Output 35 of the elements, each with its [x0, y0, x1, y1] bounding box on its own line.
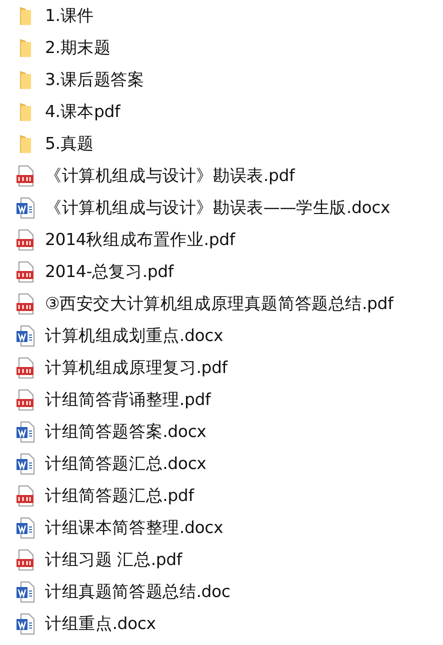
- file-name[interactable]: 计算机组成划重点.docx: [45, 325, 224, 347]
- file-name[interactable]: 计算机组成原理复习.pdf: [45, 357, 228, 379]
- file-name[interactable]: ③西安交大计算机组成原理真题简答题总结.pdf: [45, 293, 394, 315]
- pdf-file-icon: [16, 357, 35, 379]
- file-name[interactable]: 2014秋组成布置作业.pdf: [45, 229, 235, 251]
- pdf-file-icon: [16, 389, 35, 411]
- file-name[interactable]: 2014-总复习.pdf: [45, 261, 174, 283]
- file-name[interactable]: 计组课本简答整理.docx: [45, 517, 224, 539]
- file-name[interactable]: 3.课后题答案: [45, 69, 144, 91]
- pdf-file-icon: [16, 549, 35, 571]
- file-name[interactable]: 1.课件: [45, 5, 94, 27]
- file-name[interactable]: 2.期末题: [45, 37, 111, 59]
- file-name[interactable]: 计组真题简答题总结.doc: [45, 581, 230, 603]
- pdf-file-icon: [16, 293, 35, 315]
- word-file-icon: [16, 421, 35, 443]
- pdf-file-icon: [16, 485, 35, 507]
- file-name[interactable]: 计组简答背诵整理.pdf: [45, 389, 211, 411]
- pdf-file-icon: [16, 165, 35, 187]
- file-name[interactable]: 《计算机组成与设计》勘误表——学生版.docx: [45, 197, 390, 219]
- file-name[interactable]: 计组简答题答案.docx: [45, 421, 206, 443]
- file-name[interactable]: 计组习题 汇总.pdf: [45, 549, 182, 571]
- word-file-icon: [16, 581, 35, 603]
- word-file-icon: [16, 197, 35, 219]
- file-name[interactable]: 计组简答题汇总.docx: [45, 453, 206, 475]
- file-name[interactable]: 《计算机组成与设计》勘误表.pdf: [45, 165, 295, 187]
- file-name[interactable]: 计组重点.docx: [45, 613, 156, 635]
- pdf-file-icon: [16, 261, 35, 283]
- word-file-icon: [16, 613, 35, 635]
- file-name[interactable]: 4.课本pdf: [45, 101, 120, 123]
- word-file-icon: [16, 517, 35, 539]
- word-file-icon: [16, 325, 35, 347]
- pdf-file-icon: [16, 229, 35, 251]
- file-name[interactable]: 5.真题: [45, 133, 94, 155]
- word-file-icon: [16, 453, 35, 475]
- file-name[interactable]: 计组简答题汇总.pdf: [45, 485, 194, 507]
